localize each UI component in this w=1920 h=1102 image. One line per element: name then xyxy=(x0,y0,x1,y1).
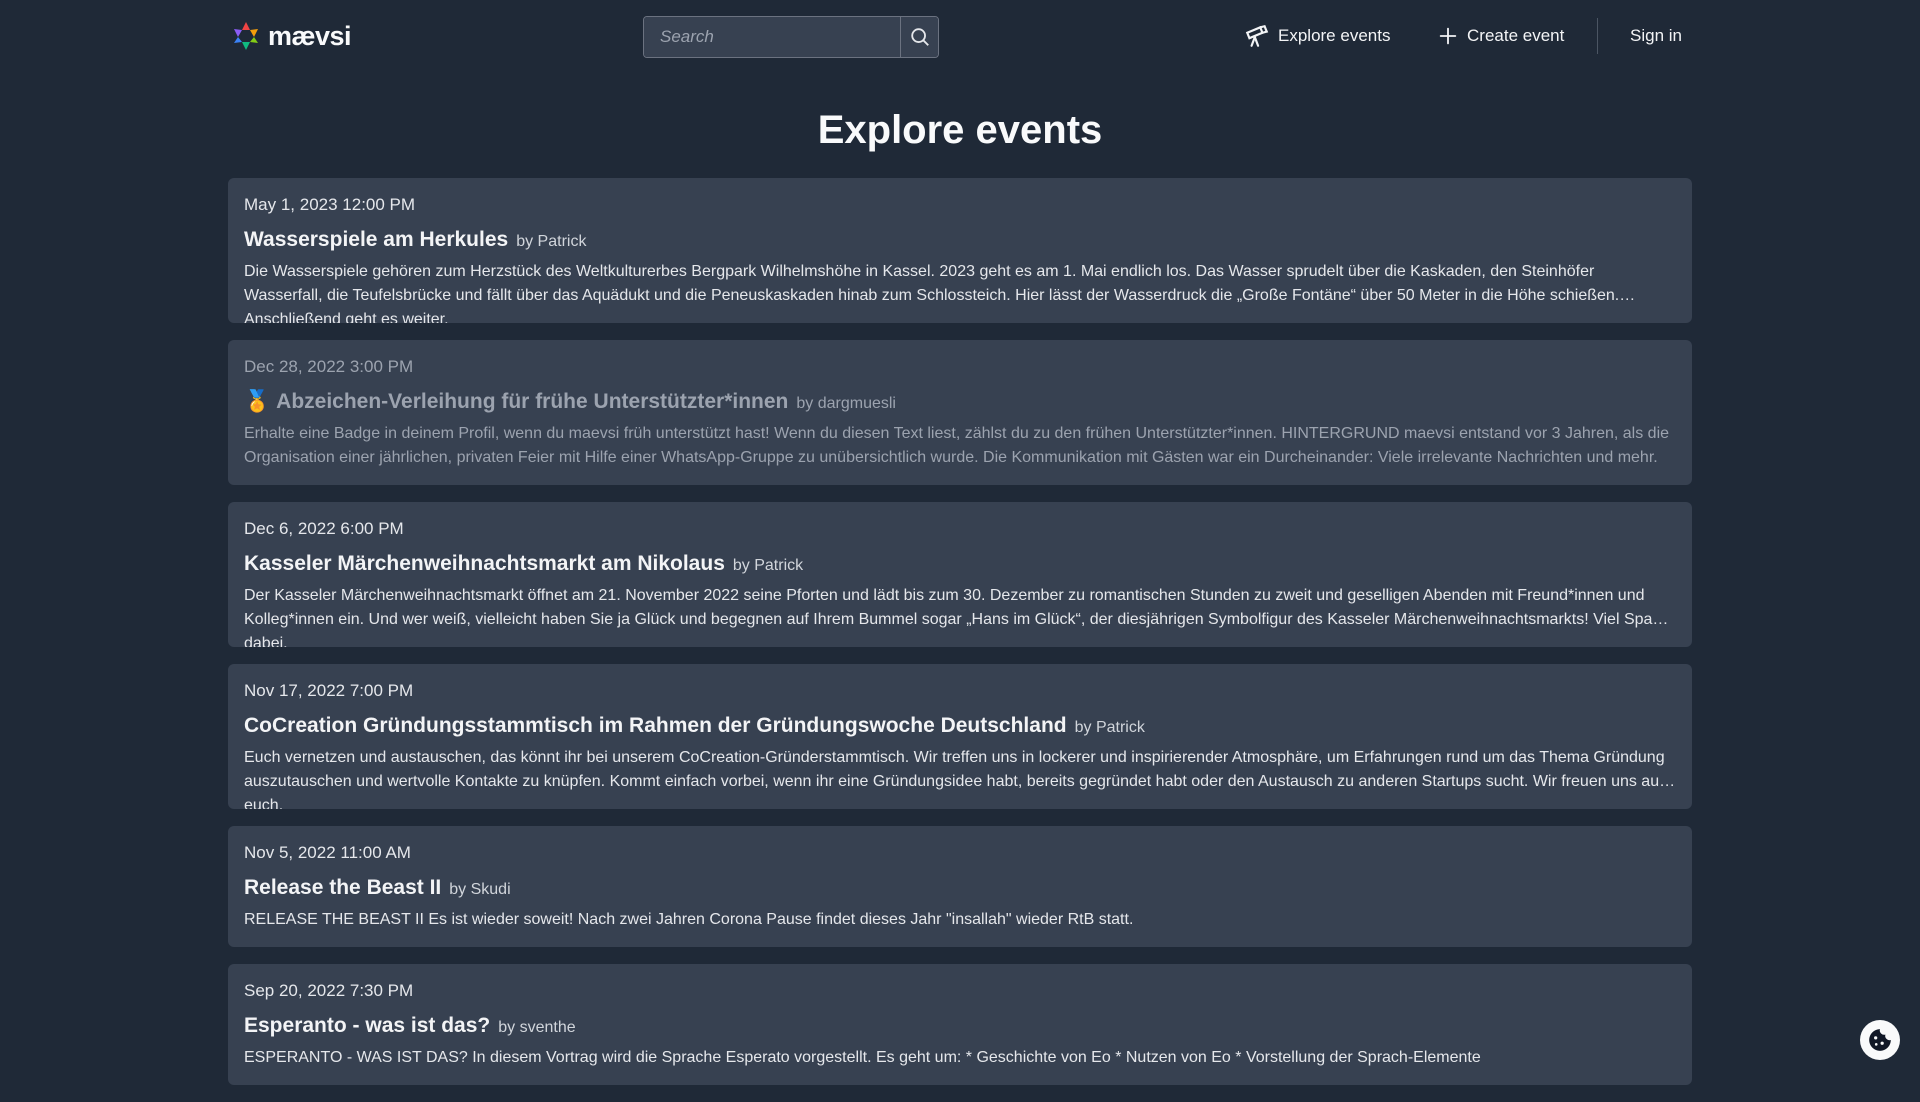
event-card[interactable]: Dec 6, 2022 6:00 PM Kasseler Märchenweih… xyxy=(228,502,1692,647)
event-date: Nov 17, 2022 7:00 PM xyxy=(244,681,414,700)
telescope-icon xyxy=(1245,24,1269,47)
event-description: Erhalte eine Badge in deinem Profil, wen… xyxy=(244,425,1670,466)
event-title: CoCreation Gründungsstammtisch im Rahmen… xyxy=(244,714,1067,737)
event-description: Euch vernetzen und austauschen, das könn… xyxy=(244,749,1665,809)
event-author: by Skudi xyxy=(449,881,511,898)
event-title-row: CoCreation Gründungsstammtisch im Rahmen… xyxy=(244,714,1676,740)
event-description: Die Wasserspiele gehören zum Herzstück d… xyxy=(244,263,1620,323)
event-title: Wasserspiele am Herkules xyxy=(244,228,509,251)
event-title: Abzeichen-Verleihung für frühe Unterstüt… xyxy=(276,390,789,413)
event-title: Esperanto - was ist das? xyxy=(244,1014,491,1037)
event-author: by dargmuesli xyxy=(796,395,896,412)
nav-signin-label: Sign in xyxy=(1630,26,1682,45)
event-date: May 1, 2023 12:00 PM xyxy=(244,195,416,214)
event-card[interactable]: Nov 17, 2022 7:00 PM CoCreation Gründung… xyxy=(228,664,1692,809)
nav-explore-events[interactable]: Explore events xyxy=(1244,18,1390,54)
event-title-row: Wasserspiele am Herkules by Patrick xyxy=(244,228,1676,254)
event-title-row: Kasseler Märchenweihnachtsmarkt am Nikol… xyxy=(244,552,1676,578)
event-title-row: Esperanto - was ist das? by sventhe xyxy=(244,1014,1676,1040)
event-author: by sventhe xyxy=(498,1019,576,1036)
page-title: Explore events xyxy=(817,108,1103,152)
cookie-icon xyxy=(1869,1029,1891,1051)
nav-divider xyxy=(1597,18,1598,54)
event-title-wrapper: 🏅 Abzeichen-Verleihung für frühe Unterstü… xyxy=(244,390,788,414)
event-date: Sep 20, 2022 7:30 PM xyxy=(244,981,414,1000)
maevsi-logo-icon xyxy=(234,22,258,50)
nav-sign-in[interactable]: Sign in xyxy=(1630,18,1682,54)
search-bar xyxy=(643,16,939,58)
logo[interactable]: mævsi xyxy=(230,18,352,54)
event-description: ESPERANTO - WAS IST DAS? In diesem Vortr… xyxy=(244,1049,1481,1066)
event-description: RELEASE THE BEAST II Es ist wieder sowei… xyxy=(244,911,1134,928)
search-icon xyxy=(910,28,929,46)
cookie-settings-button[interactable] xyxy=(1860,1020,1900,1060)
event-card[interactable]: Sep 20, 2022 7:30 PM Esperanto - was ist… xyxy=(228,964,1692,1085)
event-card[interactable]: May 1, 2023 12:00 PM Wasserspiele am Her… xyxy=(228,178,1692,323)
plus-icon xyxy=(1439,27,1457,45)
event-date: Nov 5, 2022 11:00 AM xyxy=(244,843,411,862)
event-list: May 1, 2023 12:00 PM Wasserspiele am Her… xyxy=(228,178,1692,1102)
event-description: Der Kasseler Märchenweihnachtsmarkt öffn… xyxy=(244,587,1663,647)
nav-create-event[interactable]: Create event xyxy=(1437,18,1564,54)
event-date: Dec 28, 2022 3:00 PM xyxy=(244,357,414,376)
event-author: by Patrick xyxy=(732,557,804,574)
event-author: by Patrick xyxy=(516,233,587,250)
event-date: Dec 6, 2022 6:00 PM xyxy=(244,519,404,538)
search-input[interactable] xyxy=(644,17,900,57)
search-button[interactable] xyxy=(900,17,938,57)
event-card[interactable]: Nov 5, 2022 11:00 AM Release the Beast I… xyxy=(228,826,1692,947)
nav-create-label: Create event xyxy=(1467,26,1565,45)
event-author: by Patrick xyxy=(1074,719,1145,736)
event-title-row: 🏅 Abzeichen-Verleihung für frühe Unterstü… xyxy=(244,390,1676,416)
event-title: Kasseler Märchenweihnachtsmarkt am Nikol… xyxy=(244,552,725,575)
logo-text: mævsi xyxy=(268,20,352,51)
event-title: Release the Beast II xyxy=(244,876,442,899)
event-card[interactable]: Dec 28, 2022 3:00 PM 🏅 Abzeichen-Verleihu… xyxy=(228,340,1692,485)
top-navbar: mævsi Explore events Create event Sign i… xyxy=(0,0,1920,72)
nav-explore-label: Explore events xyxy=(1278,26,1391,45)
medal-icon: 🏅 xyxy=(244,390,271,413)
event-title-row: Release the Beast II by Skudi xyxy=(244,876,1676,902)
